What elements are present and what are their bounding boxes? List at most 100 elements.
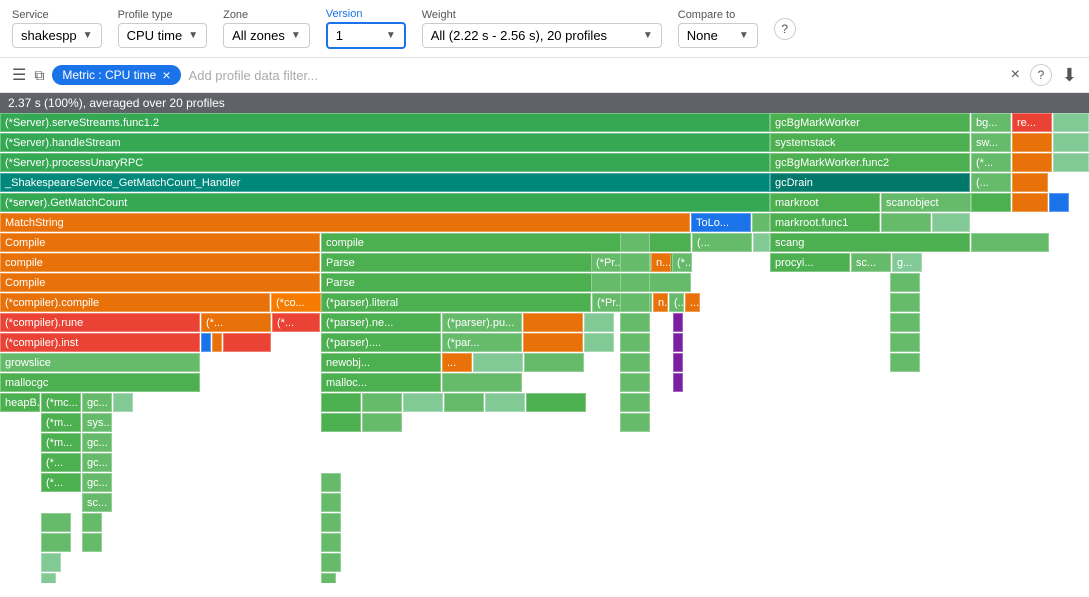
flame-block[interactable]	[1053, 133, 1089, 152]
flame-block[interactable]: (*compiler).compile	[0, 293, 270, 312]
flame-block[interactable]: (*Server).processUnaryRPC	[0, 153, 770, 172]
flame-block[interactable]: gcBgMarkWorker	[770, 113, 970, 132]
flame-block[interactable]	[524, 353, 584, 372]
flame-block[interactable]: (*parser).literal	[321, 293, 591, 312]
flame-block[interactable]	[881, 213, 931, 232]
flame-block[interactable]	[620, 273, 650, 292]
compare-dropdown[interactable]: None ▼	[678, 23, 758, 48]
flame-block[interactable]: procyi...	[770, 253, 850, 272]
flame-block[interactable]: gc...	[82, 393, 112, 412]
flame-block[interactable]: (*co...	[271, 293, 321, 312]
flame-block[interactable]	[321, 573, 336, 583]
flame-block[interactable]	[523, 313, 583, 332]
flame-block[interactable]	[620, 253, 650, 272]
flame-block[interactable]	[212, 333, 222, 352]
flame-block[interactable]	[890, 293, 920, 312]
flame-block[interactable]: markroot	[770, 193, 880, 212]
flame-block[interactable]: n..	[653, 293, 668, 312]
flame-block[interactable]: MatchString	[0, 213, 690, 232]
flame-block[interactable]: (*Server).serveStreams.func1.2	[0, 113, 770, 132]
flame-block[interactable]: scanobject	[881, 193, 971, 212]
flame-block[interactable]	[321, 513, 341, 532]
flame-block[interactable]: sys...	[82, 413, 112, 432]
flame-block[interactable]	[82, 513, 102, 532]
flame-block[interactable]	[201, 333, 211, 352]
flame-block[interactable]: ...	[685, 293, 700, 312]
flame-block[interactable]: sc...	[851, 253, 891, 272]
flame-block[interactable]	[1049, 193, 1069, 212]
flame-block[interactable]: bg...	[971, 113, 1011, 132]
flame-block[interactable]: (...	[669, 293, 684, 312]
service-dropdown[interactable]: shakespp ▼	[12, 23, 102, 48]
flame-block[interactable]: (*parser).pu...	[442, 313, 522, 332]
flame-block[interactable]: (*parser).ne...	[321, 313, 441, 332]
flame-block[interactable]	[41, 513, 71, 532]
flame-block[interactable]	[485, 393, 525, 412]
flame-block[interactable]	[1012, 153, 1052, 172]
metric-chip-close-icon[interactable]: ×	[162, 68, 170, 82]
flame-block[interactable]: growslice	[0, 353, 200, 372]
flame-block[interactable]	[362, 413, 402, 432]
filter-list-icon[interactable]: ☰	[12, 65, 26, 85]
flame-block[interactable]: (*...	[41, 453, 81, 472]
zone-dropdown[interactable]: All zones ▼	[223, 23, 310, 48]
flame-block[interactable]	[584, 313, 614, 332]
flame-block[interactable]: (*...	[672, 253, 692, 272]
flame-block[interactable]	[620, 353, 650, 372]
flame-block[interactable]: mallocgc	[0, 373, 200, 392]
weight-dropdown[interactable]: All (2.22 s - 2.56 s), 20 profiles ▼	[422, 23, 662, 48]
flame-block[interactable]: gc...	[82, 453, 112, 472]
filter-funnel-icon[interactable]: ⧉	[34, 67, 44, 84]
flame-block[interactable]: heapB...	[0, 393, 40, 412]
flame-block[interactable]	[1053, 113, 1089, 132]
filter-help-button[interactable]: ?	[1030, 64, 1052, 86]
version-dropdown[interactable]: 1 ▼	[326, 22, 406, 49]
flame-block[interactable]: compile	[0, 253, 320, 272]
flame-block[interactable]	[321, 393, 361, 412]
flame-block[interactable]	[321, 533, 341, 552]
flame-block[interactable]	[620, 413, 650, 432]
flame-block[interactable]	[752, 213, 770, 232]
flame-block[interactable]: malloc...	[321, 373, 441, 392]
flame-block[interactable]: Compile	[0, 233, 320, 252]
flame-block[interactable]	[620, 393, 650, 412]
flame-block[interactable]: ...	[442, 353, 472, 372]
flame-block[interactable]	[1053, 153, 1089, 172]
flame-block[interactable]: (*Server).handleStream	[0, 133, 770, 152]
flame-block[interactable]	[1012, 133, 1052, 152]
flame-block[interactable]	[971, 193, 1011, 212]
flame-block[interactable]: re...	[1012, 113, 1052, 132]
flame-block[interactable]: (*server).GetMatchCount	[0, 193, 770, 212]
flame-block[interactable]	[620, 313, 650, 332]
flame-block[interactable]: scang	[770, 233, 970, 252]
flame-block[interactable]	[41, 573, 56, 583]
flame-block[interactable]	[362, 393, 402, 412]
flame-block[interactable]	[890, 333, 920, 352]
flame-block[interactable]	[890, 273, 920, 292]
download-button[interactable]: ⬇	[1062, 65, 1077, 86]
flame-block[interactable]	[753, 233, 770, 252]
flame-block[interactable]: ToLo...	[691, 213, 751, 232]
flame-block[interactable]	[673, 333, 683, 352]
topbar-help-button[interactable]: ?	[774, 18, 796, 40]
flame-block[interactable]: systemstack	[770, 133, 970, 152]
close-filter-button[interactable]: ×	[1011, 66, 1020, 84]
flame-block[interactable]	[673, 313, 683, 332]
flame-block[interactable]	[41, 553, 61, 572]
flame-block[interactable]: n...	[651, 253, 671, 272]
flame-block[interactable]	[971, 233, 1049, 252]
flame-block[interactable]: gc...	[82, 433, 112, 452]
flame-block[interactable]	[403, 393, 443, 412]
flame-block[interactable]	[526, 393, 586, 412]
flame-block[interactable]	[890, 353, 920, 372]
flame-block[interactable]: sw...	[971, 133, 1011, 152]
flame-block[interactable]	[1012, 173, 1048, 192]
flame-block[interactable]	[321, 473, 341, 492]
flame-block[interactable]: sc...	[82, 493, 112, 512]
flame-graph[interactable]: (*Server).serveStreams.func1.2gcBgMarkWo…	[0, 113, 1089, 583]
flame-block[interactable]	[321, 413, 361, 432]
flame-block[interactable]: (*m...	[41, 433, 81, 452]
flame-block[interactable]	[673, 353, 683, 372]
flame-block[interactable]	[890, 313, 920, 332]
flame-block[interactable]: _ShakespeareService_GetMatchCount_Handle…	[0, 173, 770, 192]
